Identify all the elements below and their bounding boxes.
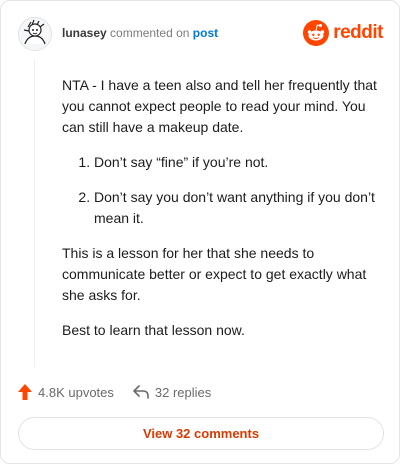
comment-body: NTA - I have a teen also and tell her fr… bbox=[62, 75, 387, 355]
comment-list: Don’t say “fine” if you’re not. Don’t sa… bbox=[62, 152, 387, 229]
list-item: Don’t say “fine” if you’re not. bbox=[94, 152, 387, 173]
post-link[interactable]: post bbox=[193, 26, 218, 40]
reddit-brand[interactable]: reddit bbox=[303, 17, 383, 49]
username-link[interactable]: lunasey bbox=[62, 26, 107, 40]
comment-paragraph: This is a lesson for her that she needs … bbox=[62, 245, 367, 303]
avatar[interactable] bbox=[18, 17, 52, 51]
reddit-logo-icon bbox=[303, 20, 330, 46]
snoo-avatar-icon bbox=[19, 18, 51, 50]
thread-line bbox=[34, 59, 35, 367]
comment-paragraph: NTA - I have a teen also and tell her fr… bbox=[62, 77, 377, 135]
byline: lunasey commented on post bbox=[62, 26, 218, 40]
byline-action-text: commented on bbox=[110, 26, 190, 40]
comment-header: lunasey commented on post reddit bbox=[18, 17, 383, 53]
upvote-arrow-icon bbox=[18, 384, 32, 400]
upvote-count: 4.8K upvotes bbox=[38, 384, 114, 400]
reply-arrow-icon bbox=[133, 385, 149, 399]
reddit-wordmark: reddit bbox=[333, 22, 383, 43]
view-comments-button[interactable]: View 32 comments bbox=[18, 417, 384, 450]
comment-card: lunasey commented on post reddit NTA - I… bbox=[0, 0, 400, 464]
list-item: Don’t say you don’t want anything if you… bbox=[94, 187, 387, 229]
replies-button[interactable]: 32 replies bbox=[133, 385, 211, 400]
reply-count: 32 replies bbox=[154, 384, 212, 400]
comment-actions: 4.8K upvotes 32 replies bbox=[18, 381, 211, 403]
upvote-button[interactable]: 4.8K upvotes bbox=[18, 384, 114, 400]
comment-paragraph: Best to learn that lesson now. bbox=[62, 322, 245, 338]
